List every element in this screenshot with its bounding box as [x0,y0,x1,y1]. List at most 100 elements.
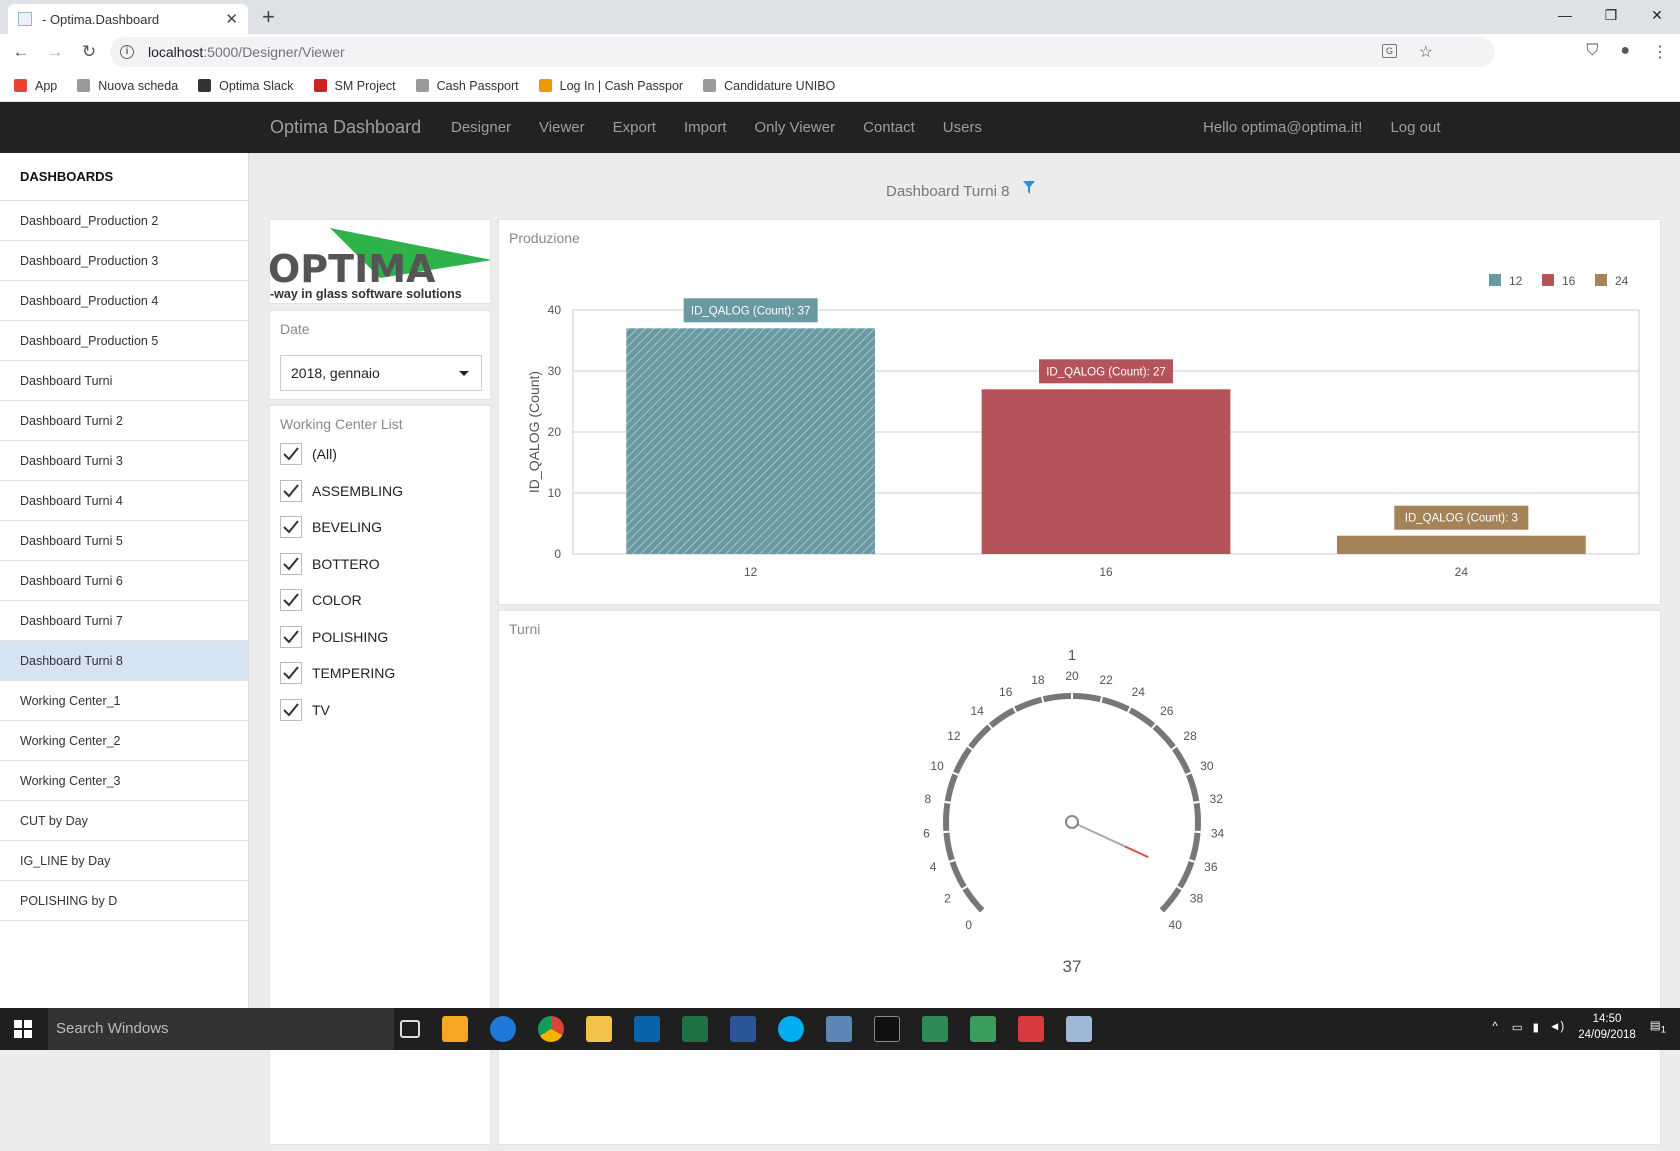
new-tab-icon[interactable]: + [262,4,275,30]
bookmark-star-icon[interactable]: ☆ [1419,42,1433,62]
sidebar-item[interactable]: Dashboard Turni 7 [0,601,248,641]
checkbox-checked-icon[interactable] [280,589,302,611]
date-dropdown[interactable]: 2018, gennaio [280,355,482,391]
bookmark-item[interactable]: Log In | Cash Passpor [538,79,683,93]
terminal-icon[interactable] [874,1016,900,1042]
tray-clock[interactable]: 14:50 24/09/2018 [1578,1011,1636,1043]
browser-tab[interactable]: - Optima.Dashboard ✕ [8,4,248,34]
bookmark-item[interactable]: Optima Slack [198,79,294,93]
nav-link-contact[interactable]: Contact [863,119,915,136]
chrome-icon[interactable] [538,1016,564,1042]
sidebar-item[interactable]: Dashboard_Production 3 [0,241,248,281]
working-center-option[interactable]: BEVELING [280,516,382,538]
checkbox-checked-icon[interactable] [280,443,302,465]
sidebar-item[interactable]: Dashboard Turni 2 [0,401,248,441]
user-greeting[interactable]: Hello optima@optima.it! [1203,119,1362,136]
working-center-option[interactable]: (All) [280,443,337,465]
checkbox-checked-icon[interactable] [280,552,302,575]
bookmark-item[interactable]: App [14,79,57,93]
checkbox-checked-icon[interactable] [280,625,302,648]
sidebar-item[interactable]: POLISHING by D [0,881,248,921]
paint-icon[interactable] [1066,1016,1092,1042]
checkbox-checked-icon[interactable] [280,479,302,502]
bookmark-item[interactable]: Nuova scheda [77,79,178,93]
back-icon[interactable]: ← [8,42,34,62]
site-info-icon[interactable]: i [120,45,134,59]
bookmark-item[interactable]: Cash Passport [415,79,519,93]
sidebar-item[interactable]: Dashboard_Production 2 [0,201,248,241]
restore-icon[interactable]: ❐ [1588,0,1634,32]
bar-16[interactable] [981,389,1231,554]
bookmark-item[interactable]: Candidature UNIBO [703,79,835,93]
snipping-tool-icon[interactable] [1018,1016,1044,1042]
working-center-option[interactable]: ASSEMBLING [280,479,403,502]
outlook-icon[interactable] [634,1016,660,1042]
excel-icon[interactable] [682,1016,708,1042]
working-center-option[interactable]: TEMPERING [280,662,395,684]
forward-icon[interactable]: → [42,42,68,62]
file-explorer-icon[interactable] [586,1016,612,1042]
sidebar-item[interactable]: Dashboard Turni 4 [0,481,248,521]
window-close-icon[interactable]: ✕ [1634,0,1680,32]
checkbox-checked-icon[interactable] [280,516,302,538]
sidebar-item[interactable]: Working Center_1 [0,681,248,721]
nav-link-export[interactable]: Export [613,119,656,136]
sidebar-item[interactable]: IG_LINE by Day [0,841,248,881]
app-icon[interactable] [442,1016,468,1042]
app-sheet-icon[interactable] [970,1016,996,1042]
bookmark-label: Candidature UNIBO [724,78,836,93]
logout-link[interactable]: Log out [1390,119,1440,136]
word-icon[interactable] [730,1016,756,1042]
nav-link-only-viewer[interactable]: Only Viewer [755,119,836,136]
minimize-icon[interactable]: — [1542,0,1588,32]
network-icon[interactable]: ▭ [1512,1020,1523,1034]
bookmark-icon [415,79,429,92]
bar-12[interactable] [626,328,876,554]
address-bar[interactable]: i localhost:5000/Designer/Viewer G ☆ [110,37,1495,67]
bar-24[interactable] [1336,535,1586,554]
network-app-icon[interactable] [826,1016,852,1042]
taskbar-search[interactable]: Search Windows [48,1008,394,1050]
filter-icon[interactable] [1023,181,1035,195]
windows-start-icon[interactable] [14,1020,32,1038]
nav-link-viewer[interactable]: Viewer [539,119,585,136]
app-brand[interactable]: Optima Dashboard [270,117,421,138]
checkbox-checked-icon[interactable] [280,662,302,684]
tab-close-icon[interactable]: ✕ [225,10,238,28]
translate-icon[interactable]: G [1382,44,1397,58]
sidebar-item[interactable]: Dashboard_Production 4 [0,281,248,321]
battery-icon[interactable]: ▮ [1533,1020,1539,1034]
sidebar-item[interactable]: Working Center_2 [0,721,248,761]
sidebar-item[interactable]: Dashboard Turni [0,361,248,401]
skype-icon[interactable] [778,1016,804,1042]
sidebar-item[interactable]: Dashboard Turni 5 [0,521,248,561]
nav-link-import[interactable]: Import [684,119,727,136]
sidebar-item[interactable]: Dashboard Turni 6 [0,561,248,601]
tray-chevron-up-icon[interactable]: ^ [1492,1021,1497,1033]
menu-kebab-icon[interactable]: ⋮ [1652,42,1668,62]
sidebar-item[interactable]: Dashboard Turni 8 [0,641,248,681]
working-center-option[interactable]: POLISHING [280,625,388,648]
nav-link-designer[interactable]: Designer [451,119,511,136]
edge-browser-icon[interactable] [490,1016,516,1042]
profile-icon[interactable]: ● [1620,42,1630,62]
sidebar-item[interactable]: Dashboard Turni 3 [0,441,248,481]
action-center-icon[interactable]: ▤1 [1650,1018,1666,1035]
bookmark-item[interactable]: SM Project [313,79,396,93]
working-center-option[interactable]: COLOR [280,589,362,611]
sidebar-item[interactable]: Dashboard_Production 5 [0,321,248,361]
sidebar-item[interactable]: Working Center_3 [0,761,248,801]
legend-label[interactable]: 16 [1562,274,1576,288]
legend-label[interactable]: 12 [1509,274,1523,288]
checkbox-checked-icon[interactable] [280,698,302,721]
legend-label[interactable]: 24 [1615,274,1629,288]
task-view-icon[interactable] [400,1020,420,1038]
extension-shield-icon[interactable]: ⛉ [1586,42,1598,62]
app-green-icon[interactable] [922,1016,948,1042]
working-center-option[interactable]: BOTTERO [280,552,380,575]
nav-link-users[interactable]: Users [943,119,982,136]
reload-icon[interactable]: ↻ [76,42,102,62]
volume-icon[interactable]: ◄) [1549,1021,1564,1033]
working-center-option[interactable]: TV [280,698,330,721]
sidebar-item[interactable]: CUT by Day [0,801,248,841]
